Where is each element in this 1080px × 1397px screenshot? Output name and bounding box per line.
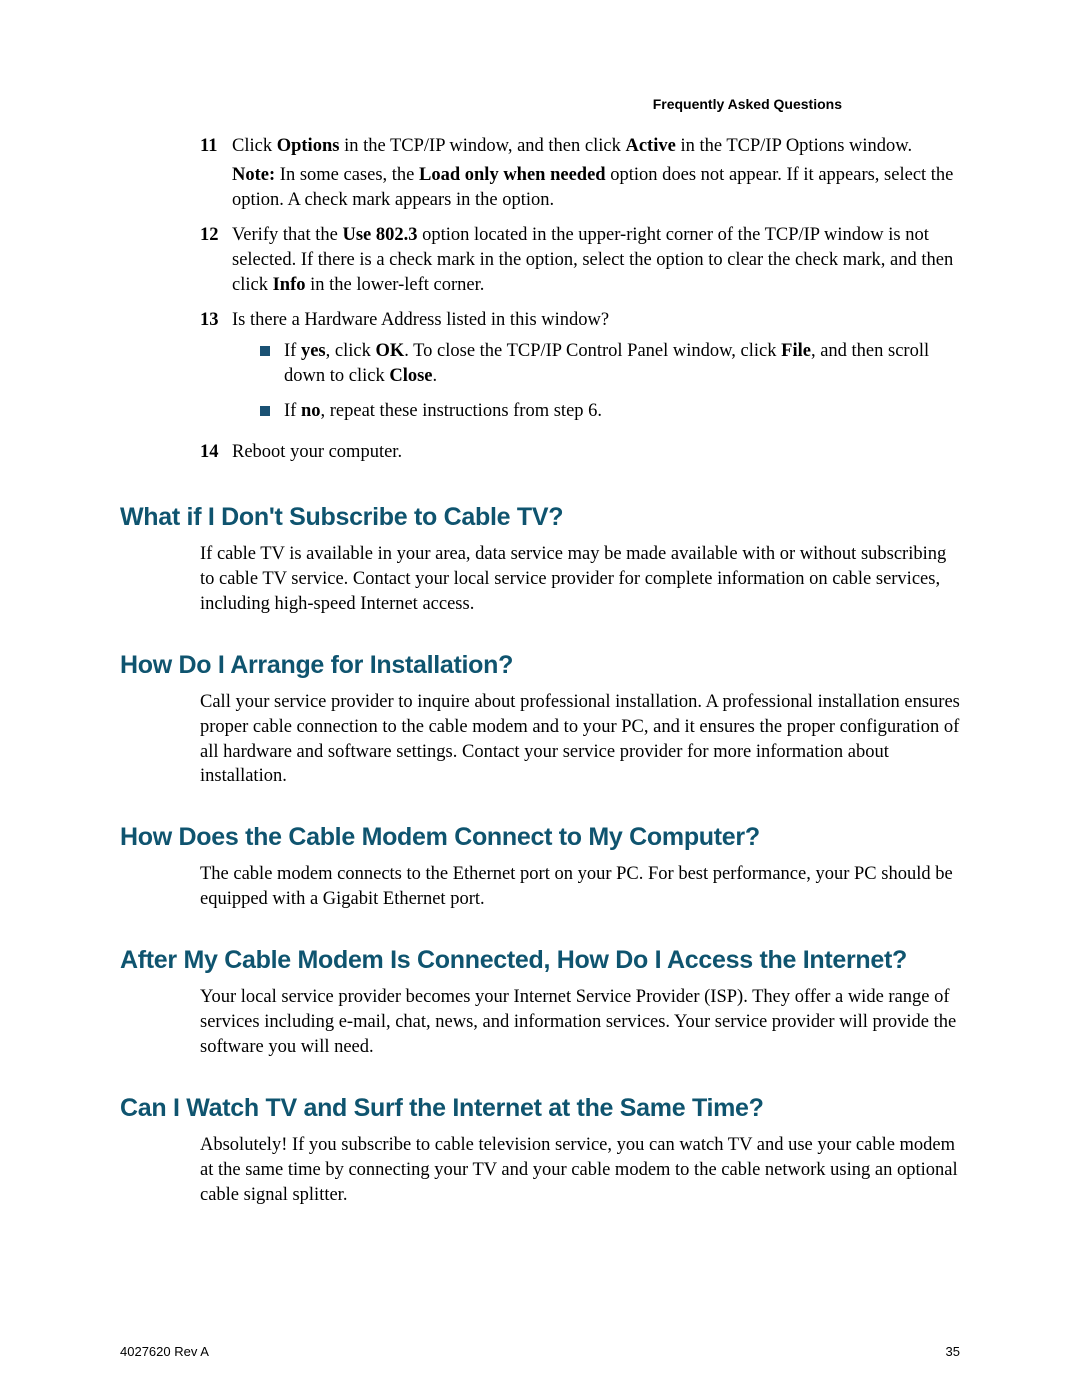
text: In some cases, the (275, 165, 419, 185)
square-bullet-icon (260, 346, 270, 356)
footer-doc-id: 4027620 Rev A (120, 1344, 209, 1359)
bullet-yes: If yes, click OK. To close the TCP/IP Co… (260, 339, 960, 389)
text: . To close the TCP/IP Control Panel wind… (404, 341, 781, 361)
bold-ok: OK (375, 341, 404, 361)
body-tv-surf: Absolutely! If you subscribe to cable te… (200, 1133, 960, 1208)
body-access: Your local service provider becomes your… (200, 985, 960, 1060)
body-cable-tv: If cable TV is available in your area, d… (200, 542, 960, 617)
sub-bullets: If yes, click OK. To close the TCP/IP Co… (260, 339, 960, 424)
bold-note: Note: (232, 165, 275, 185)
bold-use-8023: Use 802.3 (342, 225, 417, 245)
heading-access: After My Cable Modem Is Connected, How D… (120, 946, 960, 975)
header-label: Frequently Asked Questions (653, 96, 842, 112)
footer-page-number: 35 (946, 1344, 960, 1359)
step-body: Click Options in the TCP/IP window, and … (232, 134, 960, 217)
bold-options: Options (277, 136, 340, 156)
heading-install: How Do I Arrange for Installation? (120, 651, 960, 680)
bold-load-only: Load only when needed (419, 165, 606, 185)
body-connect: The cable modem connects to the Ethernet… (200, 862, 960, 912)
bold-active: Active (625, 136, 675, 156)
bold-file: File (781, 341, 811, 361)
text: in the TCP/IP window, and then click (339, 136, 625, 156)
text: Verify that the (232, 225, 342, 245)
text: Reboot your computer. (232, 440, 402, 465)
footer: 4027620 Rev A 35 (120, 1344, 960, 1359)
step-number: 14 (200, 440, 232, 469)
step-number: 13 (200, 308, 232, 434)
step-lead: Is there a Hardware Address listed in th… (232, 308, 960, 333)
square-bullet-icon (260, 406, 270, 416)
body-install: Call your service provider to inquire ab… (200, 690, 960, 790)
step-body: Verify that the Use 802.3 option located… (232, 223, 960, 302)
heading-connect: How Does the Cable Modem Connect to My C… (120, 823, 960, 852)
bold-info: Info (273, 275, 306, 295)
step-number: 11 (200, 134, 232, 217)
text: in the lower-left corner. (305, 275, 484, 295)
text: If (284, 401, 301, 421)
text: in the TCP/IP Options window. (676, 136, 912, 156)
heading-tv-surf: Can I Watch TV and Surf the Internet at … (120, 1094, 960, 1123)
numbered-steps: 11 Click Options in the TCP/IP window, a… (200, 134, 960, 469)
main-content: 11 Click Options in the TCP/IP window, a… (120, 134, 960, 1208)
bold-close: Close (389, 366, 432, 386)
step-11: 11 Click Options in the TCP/IP window, a… (200, 134, 960, 217)
step-body: Is there a Hardware Address listed in th… (232, 308, 960, 434)
step-12: 12 Verify that the Use 802.3 option loca… (200, 223, 960, 302)
page: Frequently Asked Questions 11 Click Opti… (0, 0, 1080, 1397)
step-body: Reboot your computer. (232, 440, 402, 469)
text: , repeat these instructions from step 6. (321, 401, 603, 421)
text: If (284, 341, 301, 361)
bold-no: no (301, 401, 321, 421)
heading-cable-tv: What if I Don't Subscribe to Cable TV? (120, 503, 960, 532)
text: , click (326, 341, 376, 361)
text: Click (232, 136, 277, 156)
text: . (433, 366, 438, 386)
step-14: 14 Reboot your computer. (200, 440, 960, 469)
step-number: 12 (200, 223, 232, 302)
bullet-no: If no, repeat these instructions from st… (260, 399, 960, 424)
bold-yes: yes (301, 341, 326, 361)
step-13: 13 Is there a Hardware Address listed in… (200, 308, 960, 434)
